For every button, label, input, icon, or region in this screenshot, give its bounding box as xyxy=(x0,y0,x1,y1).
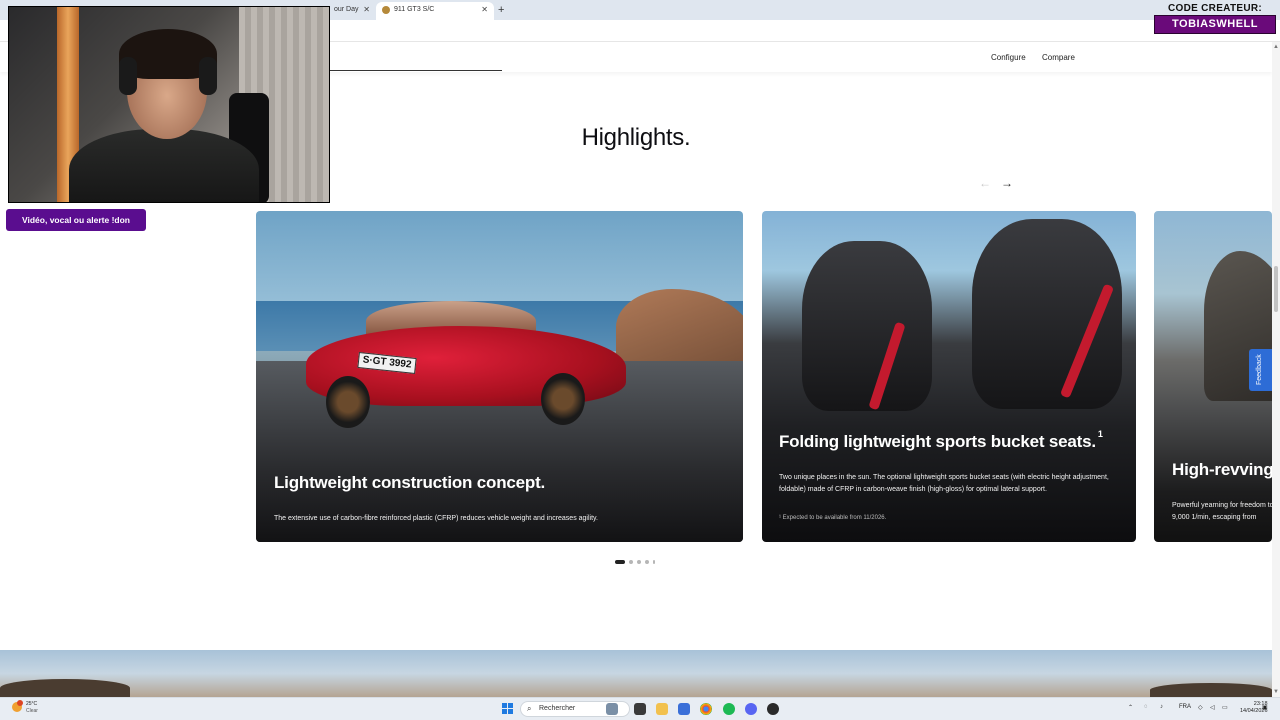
carousel-pagination xyxy=(615,560,659,564)
screen: our Day ✕ 911 GT3 S/C ✕ + Configure Comp… xyxy=(0,0,1280,720)
card-title-text: Folding lightweight sports bucket seats. xyxy=(779,432,1096,451)
mic-icon[interactable]: ♪ xyxy=(1160,704,1163,710)
wheel xyxy=(326,376,370,428)
scroll-up-icon[interactable]: ▲ xyxy=(1273,44,1279,50)
highlight-card-bucket-seats[interactable]: Folding lightweight sports bucket seats.… xyxy=(762,211,1136,542)
footnote-marker: 1 xyxy=(1097,429,1103,439)
card-footnote: ¹ Expected to be available from 11/2026. xyxy=(779,515,887,521)
tab-label: our Day xyxy=(334,6,359,13)
scroll-thumb[interactable] xyxy=(1274,266,1278,312)
card-description: Two unique places in the sun. The option… xyxy=(779,474,1109,493)
spotify-icon[interactable] xyxy=(723,703,735,715)
hill xyxy=(1150,683,1272,697)
next-section-image xyxy=(0,650,1272,697)
card-title: Lightweight construction concept. xyxy=(274,473,546,492)
webcam-overlay xyxy=(8,6,330,203)
porsche-favicon-icon xyxy=(382,6,390,14)
notification-badge xyxy=(17,700,23,706)
new-tab-icon[interactable]: + xyxy=(498,3,504,17)
wheel xyxy=(541,373,585,425)
carousel-dot[interactable] xyxy=(615,560,625,564)
chevron-up-icon[interactable]: ⌃ xyxy=(1128,704,1133,711)
network-icon[interactable]: ◌ xyxy=(1144,704,1148,710)
volume-icon[interactable]: ◁ xyxy=(1210,704,1215,711)
close-icon[interactable]: ✕ xyxy=(363,2,370,18)
carousel-prev-icon[interactable]: ← xyxy=(979,176,991,190)
widgets-icon[interactable] xyxy=(606,703,618,715)
card-description: Powerful yearning for freedom to 9,000 1… xyxy=(1172,502,1272,521)
scroll-down-icon[interactable]: ▼ xyxy=(1273,689,1279,695)
tab-previous[interactable]: our Day ✕ xyxy=(326,2,376,20)
compare-link[interactable]: Compare xyxy=(1042,53,1075,62)
language-indicator[interactable]: FRA xyxy=(1179,704,1191,710)
car-image: S·GT 3992 xyxy=(296,281,636,428)
task-view-icon[interactable] xyxy=(634,703,646,715)
creator-code-label: CODE CREATEUR: xyxy=(1167,3,1262,14)
windows-start-icon[interactable] xyxy=(502,703,513,714)
person-body xyxy=(69,129,259,202)
highlight-card-lightweight[interactable]: S·GT 3992 Lightweight construction conce… xyxy=(256,211,743,542)
headphone-icon xyxy=(119,57,137,95)
feedback-tab[interactable]: Feedback xyxy=(1249,349,1272,391)
discord-icon[interactable] xyxy=(745,703,757,715)
carousel-dot[interactable] xyxy=(645,560,649,564)
weather-condition: Clear xyxy=(26,708,38,714)
creator-code-name: TOBIASWHELL xyxy=(1154,15,1276,34)
weather-widget[interactable]: 25°C Clear xyxy=(12,700,52,717)
carousel-dot[interactable] xyxy=(629,560,633,564)
close-icon[interactable]: ✕ xyxy=(481,2,488,18)
card-title: Folding lightweight sports bucket seats.… xyxy=(779,429,1103,452)
scroll-progress-line xyxy=(330,70,502,71)
carousel-next-icon[interactable]: → xyxy=(1001,176,1013,190)
carousel-dot[interactable] xyxy=(653,560,655,564)
carousel-dot[interactable] xyxy=(637,560,641,564)
card-description: The extensive use of carbon-fibre reinfo… xyxy=(274,515,598,522)
card-title: High-revving xyxy=(1172,460,1272,479)
battery-icon[interactable]: ▭ xyxy=(1222,704,1228,711)
store-icon[interactable] xyxy=(678,703,690,715)
obs-icon[interactable] xyxy=(767,703,779,715)
tab-911-gt3[interactable]: 911 GT3 S/C ✕ xyxy=(376,2,494,20)
tab-label: 911 GT3 S/C xyxy=(394,6,435,13)
creator-code-badge: CODE CREATEUR: TOBIASWHELL xyxy=(1154,3,1276,36)
folder-icon[interactable] xyxy=(656,703,668,715)
hill xyxy=(0,679,130,697)
search-placeholder: Rechercher xyxy=(539,705,576,712)
configure-link[interactable]: Configure xyxy=(991,53,1026,62)
search-icon: ⌕ xyxy=(527,704,532,713)
notification-icon[interactable]: ▣ xyxy=(1262,704,1268,711)
headphone-icon xyxy=(199,57,217,95)
wifi-icon[interactable]: ◇ xyxy=(1198,704,1203,711)
chrome-icon[interactable] xyxy=(700,703,712,715)
weather-temp: 25°C xyxy=(26,701,38,707)
seat-left xyxy=(802,241,932,411)
donation-alert-button[interactable]: Vidéo, vocal ou alerte !don xyxy=(6,209,146,231)
page-scrollbar[interactable]: ▲ ▼ xyxy=(1272,42,1280,697)
taskbar: 25°C Clear ⌕ Rechercher ⌃ ◌ ♪ FRA ◇ ◁ ▭ … xyxy=(0,697,1280,720)
